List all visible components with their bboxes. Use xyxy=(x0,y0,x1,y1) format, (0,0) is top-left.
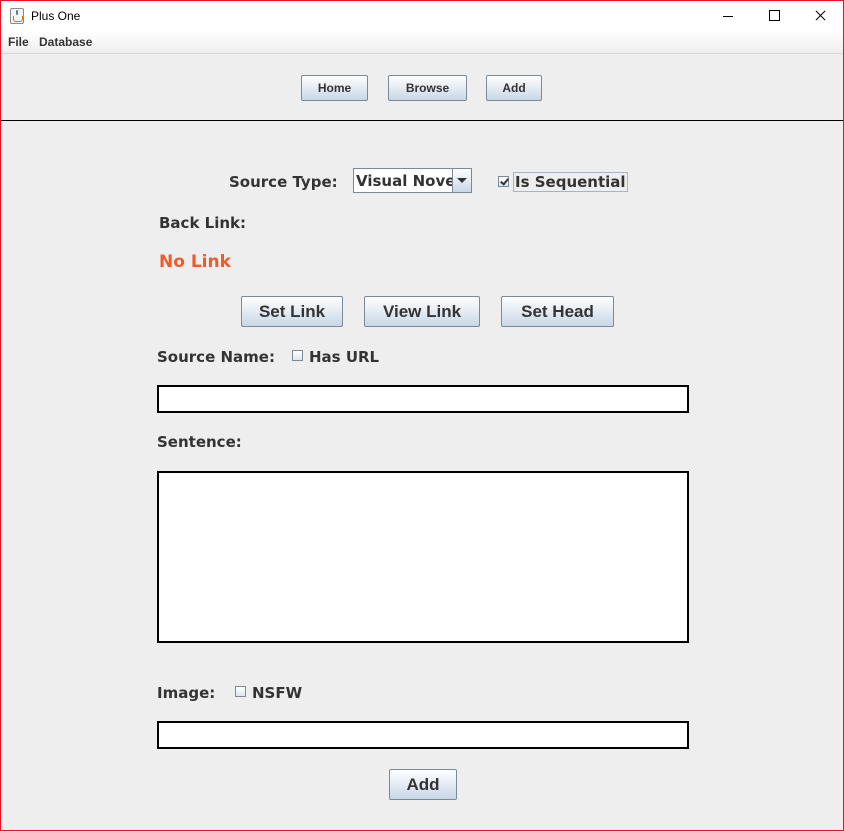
view-link-button[interactable]: View Link xyxy=(364,296,480,327)
title-bar: Plus One xyxy=(1,1,843,31)
home-button[interactable]: Home xyxy=(301,75,368,101)
nsfw-label[interactable]: NSFW xyxy=(252,684,302,702)
chevron-down-icon[interactable] xyxy=(452,169,471,192)
window-title: Plus One xyxy=(31,9,81,23)
add-button[interactable]: Add xyxy=(389,769,457,800)
source-type-value: Visual Novel xyxy=(356,172,461,190)
image-label: Image: xyxy=(157,684,216,702)
is-sequential-checkbox[interactable] xyxy=(498,176,509,187)
sentence-textarea[interactable] xyxy=(157,471,689,643)
source-name-input[interactable] xyxy=(157,385,689,413)
set-head-button[interactable]: Set Head xyxy=(501,296,614,327)
source-name-label: Source Name: xyxy=(157,348,275,366)
java-cup-icon xyxy=(10,8,24,24)
browse-button[interactable]: Browse xyxy=(388,75,467,101)
close-icon[interactable] xyxy=(797,1,843,31)
sentence-label: Sentence: xyxy=(157,433,242,451)
has-url-label[interactable]: Has URL xyxy=(309,348,379,366)
set-link-button[interactable]: Set Link xyxy=(241,296,343,327)
is-sequential-label[interactable]: Is Sequential xyxy=(513,172,628,192)
maximize-icon[interactable] xyxy=(751,1,797,31)
app-window: Plus One File Database Home Browse Add S… xyxy=(0,0,844,831)
menu-bar: File Database xyxy=(1,31,843,54)
image-input[interactable] xyxy=(157,721,689,749)
nav-add-button[interactable]: Add xyxy=(486,75,542,101)
source-type-select[interactable]: Visual Novel xyxy=(353,168,472,193)
source-type-label: Source Type: xyxy=(229,173,338,191)
menu-file[interactable]: File xyxy=(8,35,29,49)
menu-database[interactable]: Database xyxy=(39,35,92,49)
nsfw-checkbox[interactable] xyxy=(235,686,246,697)
link-status-text: No Link xyxy=(159,252,231,272)
back-link-label: Back Link: xyxy=(159,214,246,232)
has-url-checkbox[interactable] xyxy=(292,350,303,361)
navigation-panel: Home Browse Add xyxy=(1,54,843,121)
minimize-icon[interactable] xyxy=(705,1,751,31)
